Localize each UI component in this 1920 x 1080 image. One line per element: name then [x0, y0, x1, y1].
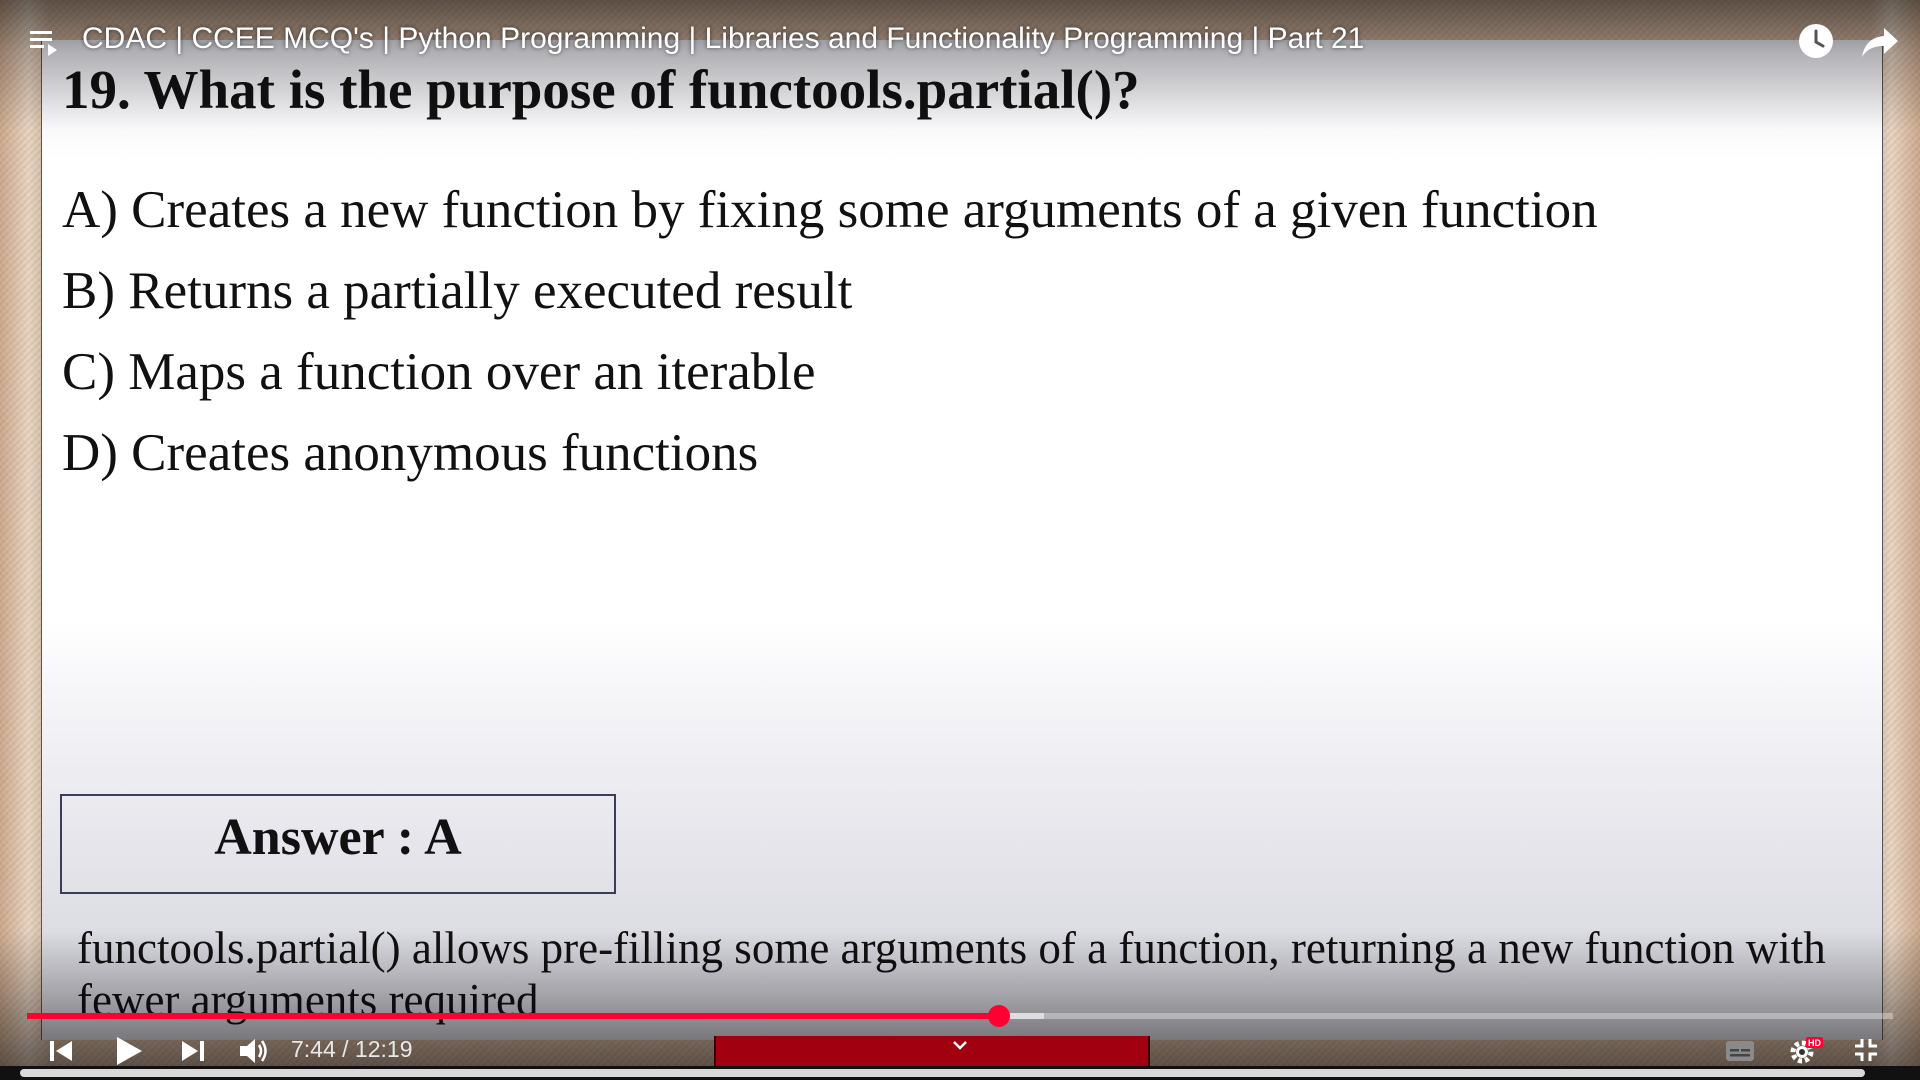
previous-icon[interactable]	[48, 1038, 74, 1064]
progress-bar[interactable]	[27, 1005, 1893, 1027]
next-icon[interactable]	[180, 1038, 206, 1064]
question-heading: 19. What is the purpose of functools.par…	[62, 59, 1140, 120]
hd-badge: HD	[1808, 1038, 1821, 1048]
video-player[interactable]: 19. What is the purpose of functools.par…	[0, 0, 1920, 1080]
play-icon[interactable]	[114, 1035, 144, 1067]
option-a: A) Creates a new function by fixing some…	[62, 181, 1598, 239]
video-frame: 19. What is the purpose of functools.par…	[41, 40, 1883, 1040]
time-display: 7:44 / 12:19	[291, 1036, 413, 1062]
subtitles-icon[interactable]	[1725, 1040, 1755, 1062]
share-icon[interactable]	[1860, 24, 1900, 60]
playlist-icon[interactable]	[30, 28, 62, 58]
volume-icon[interactable]	[238, 1036, 270, 1066]
answer-explanation: functools.partial() allows pre-filling s…	[77, 923, 1826, 1025]
video-title[interactable]: CDAC | CCEE MCQ's | Python Programming |…	[82, 22, 1364, 56]
chapter-button[interactable]	[714, 1036, 1150, 1066]
watch-later-icon[interactable]	[1797, 22, 1835, 60]
chevron-down-icon[interactable]	[950, 1038, 970, 1054]
settings-icon[interactable]: HD	[1788, 1036, 1824, 1066]
exit-fullscreen-icon[interactable]	[1852, 1036, 1880, 1064]
scrollbar-thumb[interactable]	[20, 1069, 1865, 1077]
option-c: C) Maps a function over an iterable	[62, 343, 816, 401]
scrubber-handle[interactable]	[987, 1005, 1010, 1027]
answer-label: Answer : A	[214, 809, 462, 866]
answer-box: Answer : A	[60, 794, 616, 894]
option-d: D) Creates anonymous functions	[62, 424, 759, 482]
played-bar	[27, 1013, 999, 1019]
option-b: B) Returns a partially executed result	[62, 262, 853, 320]
